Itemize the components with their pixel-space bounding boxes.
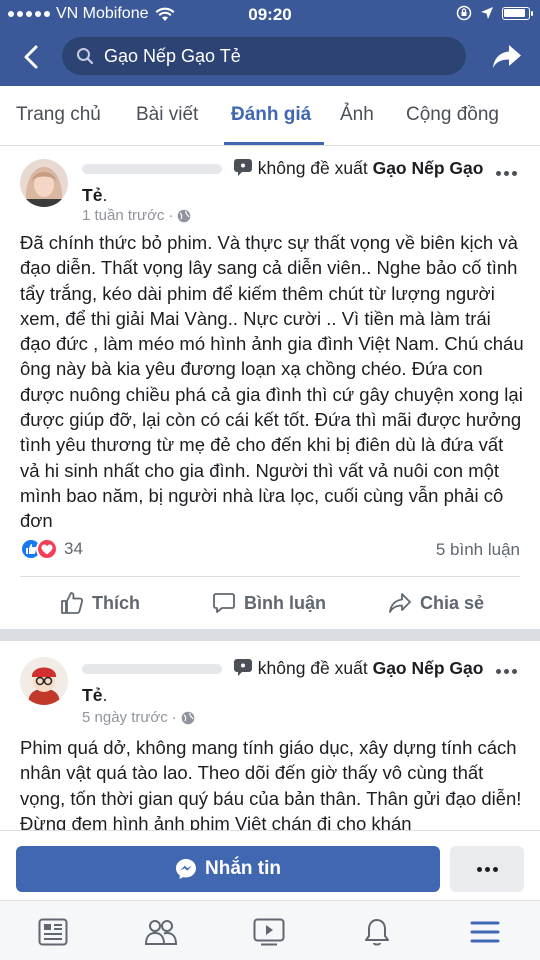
post-separator	[0, 629, 540, 641]
news-feed-nav[interactable]	[36, 915, 70, 949]
search-query: Gạo Nếp Gạo Tẻ	[104, 45, 241, 66]
send-message-label: Nhắn tin	[205, 858, 281, 879]
like-button[interactable]: Thích	[60, 591, 140, 615]
more-actions-button[interactable]	[450, 846, 524, 892]
comment-bubble-icon	[213, 593, 235, 613]
like-label: Thích	[92, 592, 140, 613]
friends-nav[interactable]	[144, 915, 178, 949]
location-icon	[481, 7, 493, 19]
more-options-button[interactable]	[492, 163, 520, 183]
post-meta: 1 tuần trước ·	[82, 207, 191, 224]
review-post: không đề xuất Gạo Nếp Gạo Tẻ. 1 tuần trư…	[0, 147, 540, 629]
watch-nav[interactable]	[252, 915, 286, 949]
comment-button[interactable]: Bình luận	[212, 591, 326, 615]
divider	[20, 576, 520, 577]
post-meta: 5 ngày trước ·	[82, 709, 195, 726]
post-body: Phim quá dở, không mang tính giáo dục, x…	[20, 737, 522, 830]
tab-community[interactable]: Cộng đồng	[406, 104, 499, 126]
reactions-count: 34	[64, 539, 83, 558]
comments-count[interactable]: 5 bình luận	[436, 540, 520, 560]
share-icon	[389, 593, 411, 613]
tab-photos[interactable]: Ảnh	[340, 104, 374, 126]
battery-icon	[502, 6, 533, 20]
tab-posts[interactable]: Bài viết	[136, 104, 198, 126]
share-button[interactable]: Chia sẻ	[388, 591, 484, 615]
page-name-suffix: .	[102, 685, 108, 705]
post-body: Đã chính thức bỏ phim. Và thực sự thất v…	[20, 232, 524, 532]
post-time[interactable]: 1 tuần trước	[82, 207, 164, 224]
chevron-left-icon	[24, 45, 38, 69]
post-header: không đề xuất Gạo Nếp Gạo Tẻ.	[82, 655, 484, 709]
page-name-suffix: .	[102, 185, 108, 205]
avatar[interactable]	[20, 159, 68, 207]
video-play-icon	[253, 918, 285, 946]
rotation-lock-icon	[456, 5, 472, 21]
news-feed-icon	[38, 918, 68, 946]
menu-nav[interactable]	[468, 915, 502, 949]
post-time[interactable]: 5 ngày trước	[82, 709, 168, 726]
tab-reviews[interactable]: Đánh giá	[231, 104, 311, 126]
avatar[interactable]	[20, 657, 68, 705]
messenger-icon	[176, 859, 196, 879]
review-post: không đề xuất Gạo Nếp Gạo Tẻ. 5 ngày trư…	[0, 641, 540, 830]
bell-icon	[365, 919, 389, 946]
recommend-status: không đề xuất	[257, 158, 368, 178]
status-bar: VN Mobifone 09:20	[0, 0, 540, 30]
back-button[interactable]	[16, 40, 46, 74]
post-header: không đề xuất Gạo Nếp Gạo Tẻ.	[82, 155, 484, 209]
hamburger-menu-icon	[470, 921, 500, 943]
reviewer-name-redacted	[82, 164, 222, 175]
love-reaction-icon	[36, 538, 58, 560]
globe-icon	[178, 209, 191, 222]
reactions-summary[interactable]: 34	[20, 538, 83, 560]
comment-label: Bình luận	[244, 592, 326, 613]
review-flag-icon	[233, 659, 252, 676]
notifications-nav[interactable]	[360, 915, 394, 949]
search-icon	[77, 48, 94, 65]
message-bar: Nhắn tin	[0, 830, 540, 900]
thumbs-up-icon	[61, 592, 84, 614]
send-message-button[interactable]: Nhắn tin	[16, 846, 440, 892]
reviewer-name-redacted	[82, 664, 222, 675]
page-tabs: Trang chủ Bài viết Đánh giá Ảnh Cộng đồn…	[0, 86, 540, 146]
globe-icon	[181, 711, 195, 724]
friends-icon	[144, 920, 178, 945]
bottom-navigation	[0, 900, 540, 960]
share-arrow-icon	[493, 45, 521, 68]
recommend-status: không đề xuất	[257, 658, 368, 678]
share-label: Chia sẻ	[420, 592, 485, 613]
more-options-button[interactable]	[492, 661, 520, 681]
review-flag-icon	[233, 159, 252, 176]
share-page-button[interactable]	[490, 40, 524, 74]
top-header: VN Mobifone 09:20 Gạo Nếp Gạo Tẻ	[0, 0, 540, 86]
active-tab-indicator	[224, 142, 324, 145]
tab-home[interactable]: Trang chủ	[16, 104, 101, 126]
search-field[interactable]: Gạo Nếp Gạo Tẻ	[62, 37, 466, 75]
